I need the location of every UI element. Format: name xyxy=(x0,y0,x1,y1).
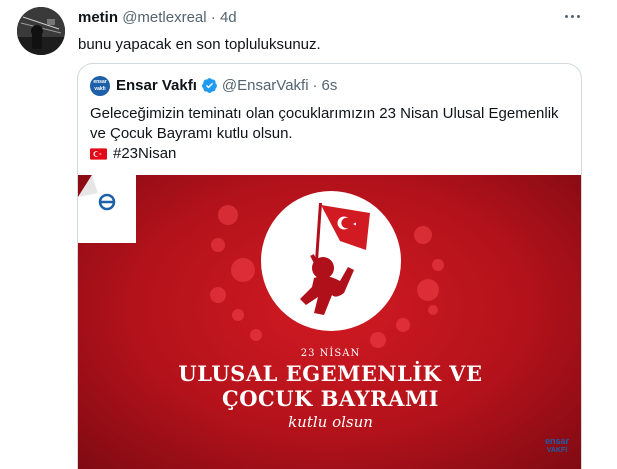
quoted-tweet-text-block: Geleceğimizin teminatı olan çocuklarımız… xyxy=(90,104,570,164)
separator-dot: · xyxy=(312,77,318,94)
image-title-line2: ÇOCUK BAYRAMI xyxy=(222,386,439,411)
quoted-tweet-header: Ensar Vakfı @EnsarVakfi · 6s xyxy=(116,77,337,94)
quoted-tweet-text: Geleceğimizin teminatı olan çocuklarımız… xyxy=(90,105,559,142)
image-logo-text: ensar VAKFI xyxy=(535,437,579,455)
image-logo-subtext: VAKFI xyxy=(546,447,568,454)
turkey-flag-icon xyxy=(90,148,107,160)
author-name[interactable]: metin xyxy=(78,9,118,26)
hashtag-link[interactable]: #23Nisan xyxy=(113,144,176,164)
tweet-header: metin @metlexreal · 4d xyxy=(78,9,237,26)
avatar-logo-text: ensar xyxy=(93,79,107,85)
separator-dot: · xyxy=(210,9,216,26)
image-date-text: 23 NİSAN xyxy=(300,348,361,359)
tweet[interactable]: metin @metlexreal · 4d bunu yapacak en s… xyxy=(0,0,617,469)
image-title-line1: ULUSAL EGEMENLİK VE xyxy=(178,361,483,386)
ensar-logo-corner xyxy=(78,175,136,243)
avatar-logo-subtext: vakfı xyxy=(94,86,106,92)
tweet-text: bunu yapacak en son topluluksunuz. xyxy=(78,36,321,53)
verified-badge-icon xyxy=(201,78,217,93)
quoted-author-handle[interactable]: @EnsarVakfi xyxy=(222,77,309,94)
quoted-author-name[interactable]: Ensar Vakfı xyxy=(116,77,197,94)
author-avatar[interactable] xyxy=(17,7,65,55)
image-logo-name: ensar xyxy=(544,436,570,446)
image-script-text: kutlu olsun xyxy=(288,413,373,431)
quoted-author-avatar[interactable]: ensar vakfı xyxy=(90,76,110,96)
quoted-tweet[interactable]: ensar vakfı Ensar Vakfı @EnsarVakfi · 6s… xyxy=(77,63,582,469)
tweet-time[interactable]: 4d xyxy=(220,9,237,26)
hashtag-line: #23Nisan xyxy=(90,144,570,164)
quoted-tweet-time[interactable]: 6s xyxy=(322,77,338,94)
author-handle[interactable]: @metlexreal xyxy=(122,9,206,26)
more-options-icon[interactable] xyxy=(559,5,585,27)
quoted-tweet-image[interactable]: 23 NİSAN ULUSAL EGEMENLİK VE ÇOCUK BAYRA… xyxy=(78,175,581,469)
